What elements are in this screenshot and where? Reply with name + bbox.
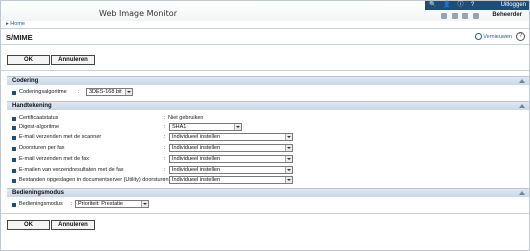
digest-algorithm-row: Digest-algoritme : SHA1 [12, 123, 312, 132]
colon: : [71, 201, 73, 207]
bullet-icon [12, 117, 16, 121]
document-server-forward-select[interactable]: Individueel instellen [169, 176, 293, 184]
collapse-icon[interactable] [519, 79, 525, 83]
scanner-email-row: E-mail verzenden met de scanner : Indivi… [12, 133, 312, 142]
divider [1, 28, 529, 29]
section-title: Handtekening [12, 103, 52, 109]
ok-button[interactable]: OK [7, 55, 50, 65]
operation-mode-select[interactable]: Prioriteit: Prestatie [75, 200, 149, 208]
warning-icon[interactable] [462, 13, 469, 19]
lock-icon[interactable] [451, 13, 458, 19]
row-label: Certificaatstatus [19, 115, 59, 121]
breadcrumb[interactable]: ▸ Home [6, 21, 25, 27]
bullet-icon [12, 91, 16, 95]
admin-label: Beheerder [492, 12, 522, 18]
bullet-icon [12, 203, 16, 207]
row-label: Digest-algoritme [19, 124, 60, 130]
row-label: Doorsturen per fax [19, 145, 65, 151]
select-value: SHA1 [172, 124, 187, 130]
chevron-down-icon [285, 177, 292, 183]
colon: : [164, 177, 166, 183]
chevron-down-icon [234, 124, 241, 130]
row-label: Bestanden opgeslagen in documentserver (… [19, 177, 169, 183]
breadcrumb-home[interactable]: Home [10, 21, 25, 27]
divider [1, 44, 529, 45]
app-title: Web Image Monitor [99, 9, 177, 18]
chevron-down-icon [141, 201, 148, 207]
certificate-status-row: Certificaatstatus : Niet gebruiken [12, 115, 312, 123]
select-value: Individueel instellen [172, 177, 221, 183]
search-icon[interactable]: 🔍 [429, 2, 436, 9]
select-value: Individueel instellen [172, 156, 221, 162]
fax-forward-select[interactable]: Individueel instellen [169, 144, 293, 152]
section-operation-mode: Bedieningsmodus [7, 188, 529, 197]
scanner-email-select[interactable]: Individueel instellen [169, 133, 293, 141]
cancel-button[interactable]: Annuleren [51, 220, 95, 230]
section-title: Bedieningsmodus [12, 190, 65, 196]
bullet-icon [12, 136, 16, 140]
bullet-icon [12, 147, 16, 151]
chevron-down-icon [125, 89, 132, 95]
certificate-status-value: Niet gebruiken [168, 115, 204, 121]
select-value: Individueel instellen [172, 145, 221, 151]
fax-email-select[interactable]: Individueel instellen [169, 155, 293, 163]
bullet-icon [12, 179, 16, 183]
section-signing: Handtekening [7, 101, 529, 110]
help-icon[interactable]: ? [469, 2, 476, 9]
bullet-icon [12, 169, 16, 173]
divider [1, 70, 529, 71]
list-icon[interactable] [473, 13, 479, 19]
fax-result-email-select[interactable]: Individueel instellen [169, 166, 293, 174]
select-value: 3DES-168 bit [89, 89, 122, 95]
page-title: S/MIME [6, 33, 33, 42]
logout-link[interactable]: Uitloggen [501, 2, 526, 9]
chevron-down-icon [285, 156, 292, 162]
top-bar: 🔍 👤 ⓘ ? Uitloggen [425, 1, 529, 10]
divider [1, 213, 529, 214]
bullet-icon [12, 158, 16, 162]
row-label: Bedieningsmodus [19, 201, 63, 207]
fax-result-email-row: E-mailen van verzendresultaten met de fa… [12, 166, 312, 175]
collapse-icon[interactable] [519, 104, 525, 108]
document-server-forward-row: Bestanden opgeslagen in documentserver (… [12, 176, 312, 185]
row-label: E-mailen van verzendresultaten met de fa… [19, 167, 124, 173]
chevron-down-icon [285, 167, 292, 173]
ok-button[interactable]: OK [7, 220, 50, 230]
status-icons [438, 13, 479, 20]
section-encoding: Codering [7, 76, 529, 85]
select-value: Individueel instellen [172, 134, 221, 140]
row-label: Coderingsalgoritme [19, 89, 67, 95]
row-label: E-mail verzenden met de scanner [19, 134, 102, 140]
row-label: E-mail verzenden met de fax [19, 156, 90, 162]
colon: : [164, 167, 166, 173]
refresh-link[interactable]: Vernieuwen [483, 34, 512, 40]
digest-algorithm-select[interactable]: SHA1 [169, 123, 242, 131]
collapse-icon[interactable] [519, 191, 525, 195]
colon: : [164, 134, 166, 140]
fax-forward-row: Doorsturen per fax : Individueel instell… [12, 144, 312, 153]
chevron-down-icon [285, 134, 292, 140]
colon: : [164, 145, 166, 151]
select-value: Prioriteit: Prestatie [78, 201, 123, 207]
refresh-icon[interactable] [475, 33, 482, 40]
section-title: Codering [12, 78, 39, 84]
colon: : [164, 124, 166, 130]
colon: : [164, 115, 166, 121]
encoding-algorithm-row: Coderingsalgoritme : 3DES-168 bit [12, 88, 312, 97]
fax-email-row: E-mail verzenden met de fax : Individuee… [12, 155, 312, 164]
colon: : [78, 89, 80, 95]
operation-mode-row: Bedieningsmodus : Prioriteit: Prestatie [12, 200, 312, 209]
select-value: Individueel instellen [172, 167, 221, 173]
chevron-down-icon [285, 145, 292, 151]
printer-icon[interactable] [440, 13, 447, 19]
encoding-algorithm-select[interactable]: 3DES-168 bit [86, 88, 133, 96]
cancel-button[interactable]: Annuleren [51, 55, 95, 65]
bullet-icon [12, 126, 16, 130]
colon: : [164, 156, 166, 162]
info-icon[interactable]: ⓘ [457, 2, 464, 9]
question-icon[interactable]: ? [516, 32, 525, 41]
header: Web Image Monitor 🔍 👤 ⓘ ? Uitloggen Behe… [1, 1, 529, 21]
user-icon[interactable]: 👤 [443, 2, 450, 9]
logo [5, 4, 95, 18]
